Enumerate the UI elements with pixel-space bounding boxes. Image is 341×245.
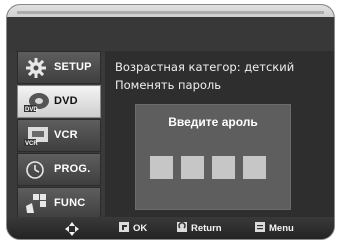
menu-item-dvd[interactable]: DVD DVD xyxy=(17,85,101,118)
pin-digit-box[interactable] xyxy=(243,156,266,179)
parental-rating-setting[interactable]: Возрастная категор: детский xyxy=(115,60,294,74)
menu-item-label: SETUP xyxy=(54,61,92,73)
pin-digit-box[interactable] xyxy=(181,156,204,179)
menu-item-setup[interactable]: SETUP xyxy=(17,51,101,84)
return-button-icon xyxy=(177,222,187,232)
dialog-title: Введите ароль xyxy=(168,115,258,129)
dvd-disc-icon: DVD xyxy=(24,93,49,113)
gear-icon xyxy=(26,58,46,78)
svg-text:VCR: VCR xyxy=(25,141,38,147)
menu-item-label: FUNC xyxy=(54,197,86,209)
function-grid-icon xyxy=(26,194,46,213)
main-menu: SETUP DVD DVD VCR VCR PROG. FUNC xyxy=(17,51,101,220)
osd-screen: SETUP DVD DVD VCR VCR PROG. FUNC Возраст… xyxy=(6,4,335,240)
dpad-icon xyxy=(65,222,79,236)
enter-button-icon xyxy=(119,222,129,232)
password-dialog: Введите ароль xyxy=(135,104,291,210)
menu-item-vcr[interactable]: VCR VCR xyxy=(17,119,101,152)
return-label: Return xyxy=(191,223,222,234)
ok-hint: OK xyxy=(119,222,147,234)
ok-label: OK xyxy=(133,223,148,234)
pin-digit-box[interactable] xyxy=(150,156,173,179)
pin-entry[interactable] xyxy=(150,156,280,180)
menu-item-func[interactable]: FUNC xyxy=(17,187,101,220)
change-password-option[interactable]: Поменять пароль xyxy=(115,78,221,92)
return-hint: Return xyxy=(177,222,222,234)
content-panel: Возрастная категор: детский Поменять пар… xyxy=(105,51,334,220)
svg-text:DVD: DVD xyxy=(25,107,38,113)
menu-item-label: VCR xyxy=(54,129,78,141)
button-guide-bar: OK Return Menu xyxy=(7,217,334,239)
menu-item-label: DVD xyxy=(54,95,78,107)
menu-hint: Menu xyxy=(255,222,294,234)
pin-digit-box[interactable] xyxy=(212,156,235,179)
menu-item-label: PROG. xyxy=(54,163,91,175)
menu-label: Menu xyxy=(269,223,294,234)
clock-icon xyxy=(26,161,44,179)
title-bar xyxy=(7,17,334,53)
menu-button-icon xyxy=(255,222,265,232)
menu-item-prog[interactable]: PROG. xyxy=(17,153,101,186)
vcr-cassette-icon: VCR xyxy=(24,127,48,147)
